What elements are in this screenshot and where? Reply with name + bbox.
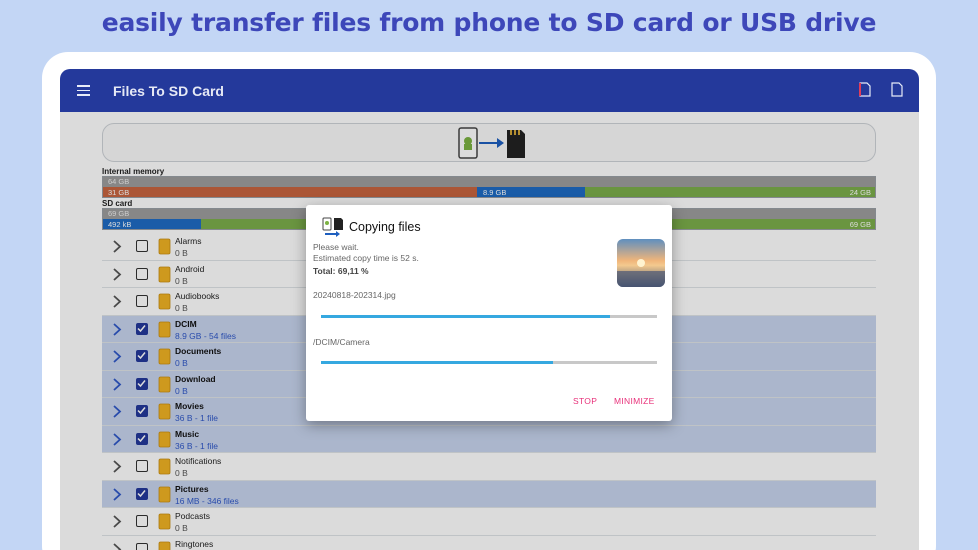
sd-card-switch-icon[interactable] bbox=[859, 82, 871, 97]
current-folder-path: /DCIM/Camera bbox=[313, 337, 370, 347]
dialog-title: Copying files bbox=[349, 220, 421, 234]
estimate-text: Estimated copy time is 52 s. bbox=[313, 253, 419, 263]
file-thumbnail bbox=[617, 239, 665, 287]
wait-text: Please wait. bbox=[313, 242, 359, 252]
app-screen: Files To SD Card Internal memory 64 GB 3… bbox=[60, 69, 919, 550]
file-progress-bar bbox=[321, 315, 657, 318]
copying-dialog: Copying files Please wait. Estimated cop… bbox=[306, 205, 672, 421]
minimize-button[interactable]: MINIMIZE bbox=[614, 396, 655, 406]
total-progress-text: Total: 69,11 % bbox=[313, 266, 369, 276]
hamburger-menu-icon[interactable] bbox=[77, 85, 90, 96]
current-file-name: 20240818-202314.jpg bbox=[313, 290, 396, 300]
folder-progress-bar bbox=[321, 361, 657, 364]
stop-button[interactable]: STOP bbox=[573, 396, 597, 406]
file-icon[interactable] bbox=[891, 82, 903, 97]
copy-files-icon bbox=[322, 217, 343, 237]
promo-headline: easily transfer files from phone to SD c… bbox=[101, 8, 877, 37]
app-bar: Files To SD Card bbox=[60, 69, 919, 112]
app-title: Files To SD Card bbox=[113, 83, 224, 99]
